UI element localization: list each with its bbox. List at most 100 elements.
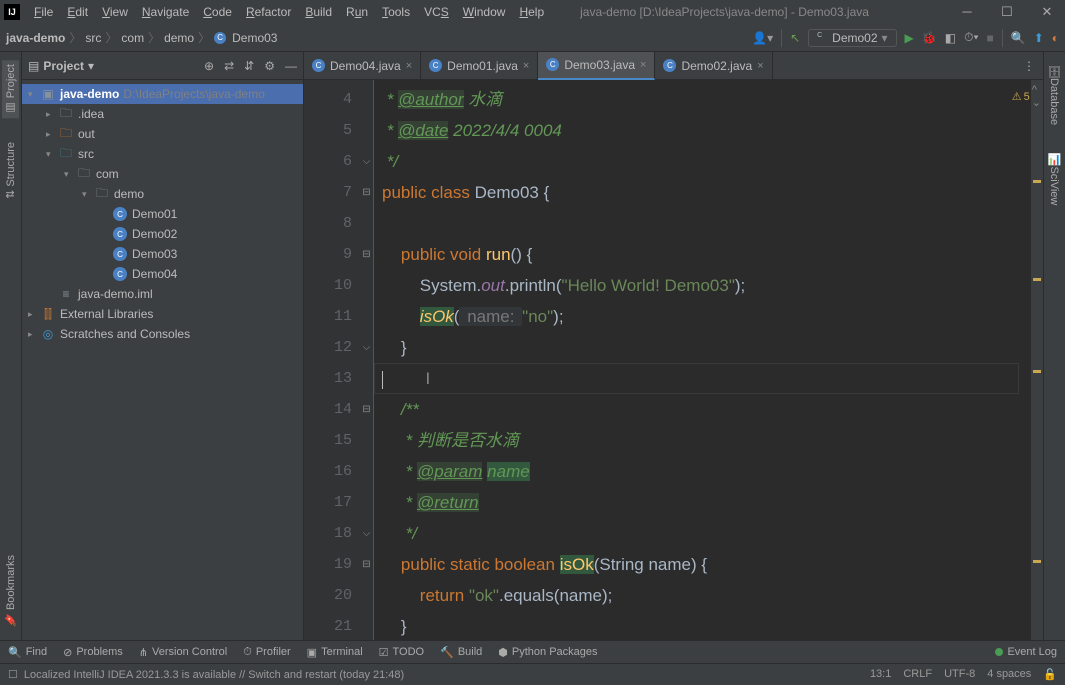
tool-find[interactable]: 🔍 Find	[8, 646, 47, 659]
tab-structure[interactable]: ⇅Structure	[2, 138, 19, 203]
sync-icon[interactable]: ⬆	[1034, 31, 1044, 45]
minimize-button[interactable]: ─	[953, 4, 981, 20]
tab-bookmarks[interactable]: 🔖Bookmarks	[2, 551, 19, 630]
code-area[interactable]: 4567 891011 12131415 16171819 2021 ⌵⊟ ⊟ …	[304, 80, 1043, 640]
run-button[interactable]: ▶	[905, 31, 914, 45]
target-icon[interactable]: ⊕	[204, 59, 214, 73]
close-icon[interactable]: ×	[757, 60, 763, 72]
close-icon[interactable]: ×	[523, 60, 529, 72]
window-title: java-demo [D:\IdeaProjects\java-demo] - …	[580, 5, 953, 19]
title-bar: IJ FFileile Edit View Navigate Code Refa…	[0, 0, 1065, 24]
warning-indicator[interactable]: ⚠5 ^ ⌄	[1012, 84, 1041, 109]
tool-todo[interactable]: ☑ TODO	[379, 646, 424, 659]
stop-button[interactable]: ■	[986, 31, 993, 45]
breadcrumb: java-demo 〉 src 〉 com 〉 demo 〉 C Demo03	[6, 29, 277, 46]
breadcrumb-src[interactable]: src	[85, 31, 101, 45]
status-readonly-icon[interactable]: 🔓	[1043, 668, 1057, 681]
collapse-icon[interactable]: ⇵	[244, 59, 254, 73]
expand-icon[interactable]: ⇄	[224, 59, 234, 73]
tree-src[interactable]: ▾🗀src	[22, 144, 303, 164]
ide-settings-icon[interactable]: ◐	[1052, 31, 1059, 45]
build-icon[interactable]: ↖	[790, 31, 800, 45]
breadcrumb-project[interactable]: java-demo	[6, 31, 65, 45]
tree-demo03[interactable]: CDemo03	[22, 244, 303, 264]
tool-terminal[interactable]: ▣ Terminal	[307, 646, 363, 659]
tree-demo02[interactable]: CDemo02	[22, 224, 303, 244]
tab-database[interactable]: 🗄Database	[1046, 60, 1063, 129]
close-button[interactable]: ✕	[1033, 4, 1061, 20]
status-message[interactable]: Localized IntelliJ IDEA 2021.3.3 is avai…	[24, 669, 404, 681]
app-logo-icon: IJ	[4, 4, 20, 20]
menu-refactor[interactable]: Refactor	[240, 3, 297, 21]
coverage-button[interactable]: ◧	[945, 31, 956, 45]
tree-root[interactable]: ▾▣ java-demoD:\IdeaProjects\java-demo	[22, 84, 303, 104]
run-config-selector[interactable]: C Demo02 ▾	[808, 29, 896, 47]
menu-help[interactable]: Help	[513, 3, 550, 21]
status-encoding[interactable]: UTF-8	[944, 668, 975, 681]
tab-demo01[interactable]: CDemo01.java×	[421, 52, 538, 80]
breadcrumb-class[interactable]: Demo03	[232, 31, 277, 45]
fold-gutter: ⌵⊟ ⊟ ⌵⊟ ⌵⊟	[360, 80, 374, 640]
status-indent[interactable]: 4 spaces	[987, 668, 1031, 681]
menu-bar: FFileile Edit View Navigate Code Refacto…	[28, 3, 550, 21]
project-tree: ▾▣ java-demoD:\IdeaProjects\java-demo ▸🗀…	[22, 80, 303, 640]
tab-demo02[interactable]: CDemo02.java×	[655, 52, 772, 80]
tab-demo03[interactable]: CDemo03.java×	[538, 52, 655, 80]
gear-icon[interactable]: ⚙	[264, 59, 275, 73]
tree-scratches[interactable]: ▸◎Scratches and Consoles	[22, 324, 303, 344]
breadcrumb-demo[interactable]: demo	[164, 31, 194, 45]
code-content[interactable]: * @author 水滴 * @date 2022/4/4 0004 */ pu…	[374, 80, 1031, 640]
menu-tools[interactable]: Tools	[376, 3, 416, 21]
debug-button[interactable]: 🐞	[922, 31, 937, 45]
tab-project[interactable]: ▤Project	[2, 60, 19, 118]
menu-code[interactable]: Code	[197, 3, 238, 21]
menu-window[interactable]: Window	[457, 3, 512, 21]
editor: CDemo04.java× CDemo01.java× CDemo03.java…	[304, 52, 1043, 640]
profile-button[interactable]: ⏱▾	[964, 30, 978, 45]
tool-python[interactable]: ⬢ Python Packages	[498, 646, 597, 659]
menu-edit[interactable]: Edit	[61, 3, 94, 21]
hide-icon[interactable]: —	[285, 59, 297, 73]
tool-problems[interactable]: ⊘ Problems	[63, 646, 123, 659]
status-bar: ☐ Localized IntelliJ IDEA 2021.3.3 is av…	[0, 663, 1065, 685]
tool-build[interactable]: 🔨 Build	[440, 646, 482, 659]
navigation-bar: java-demo 〉 src 〉 com 〉 demo 〉 C Demo03 …	[0, 24, 1065, 52]
tool-eventlog[interactable]: Event Log	[995, 646, 1057, 658]
project-tool-window: ▤ Project ▾ ⊕ ⇄ ⇵ ⚙ — ▾▣ java-demoD:\Ide…	[22, 52, 304, 640]
tool-vcs[interactable]: ⋔ Version Control	[139, 646, 227, 659]
search-icon[interactable]: 🔍	[1011, 31, 1026, 45]
tree-external[interactable]: ▸⫿⫿External Libraries	[22, 304, 303, 324]
class-icon: C	[214, 32, 226, 44]
editor-tabs: CDemo04.java× CDemo01.java× CDemo03.java…	[304, 52, 1043, 80]
tree-demo04[interactable]: CDemo04	[22, 264, 303, 284]
bottom-tool-stripe: 🔍 Find ⊘ Problems ⋔ Version Control ⏱ Pr…	[0, 640, 1065, 663]
tree-idea[interactable]: ▸🗀.idea	[22, 104, 303, 124]
left-tool-stripe: ▤Project ⇅Structure 🔖Bookmarks	[0, 52, 22, 640]
tabs-menu-icon[interactable]: ⋮	[1015, 59, 1043, 73]
breadcrumb-com[interactable]: com	[121, 31, 144, 45]
menu-build[interactable]: Build	[299, 3, 338, 21]
tree-demo01[interactable]: CDemo01	[22, 204, 303, 224]
menu-view[interactable]: View	[96, 3, 134, 21]
tab-sciview[interactable]: 📊SciView	[1046, 149, 1063, 209]
menu-run[interactable]: Run	[340, 3, 374, 21]
menu-navigate[interactable]: Navigate	[136, 3, 195, 21]
close-icon[interactable]: ×	[640, 59, 646, 71]
user-icon[interactable]: 👤▾	[752, 31, 773, 45]
error-stripe[interactable]: ⚠5 ^ ⌄	[1031, 80, 1043, 640]
close-icon[interactable]: ×	[406, 60, 412, 72]
run-config-name: Demo02	[832, 31, 877, 45]
tool-profiler[interactable]: ⏱ Profiler	[243, 646, 290, 659]
status-icon[interactable]: ☐	[8, 668, 18, 681]
tree-iml[interactable]: ≡java-demo.iml	[22, 284, 303, 304]
project-tool-title[interactable]: ▤ Project ▾	[28, 59, 94, 73]
status-line-sep[interactable]: CRLF	[903, 668, 932, 681]
tree-demo[interactable]: ▾🗀demo	[22, 184, 303, 204]
menu-file[interactable]: FFileile	[28, 3, 59, 21]
tab-demo04[interactable]: CDemo04.java×	[304, 52, 421, 80]
menu-vcs[interactable]: VCS	[418, 3, 455, 21]
status-position[interactable]: 13:1	[870, 668, 891, 681]
tree-com[interactable]: ▾🗀com	[22, 164, 303, 184]
maximize-button[interactable]: ☐	[993, 4, 1021, 20]
tree-out[interactable]: ▸🗀out	[22, 124, 303, 144]
